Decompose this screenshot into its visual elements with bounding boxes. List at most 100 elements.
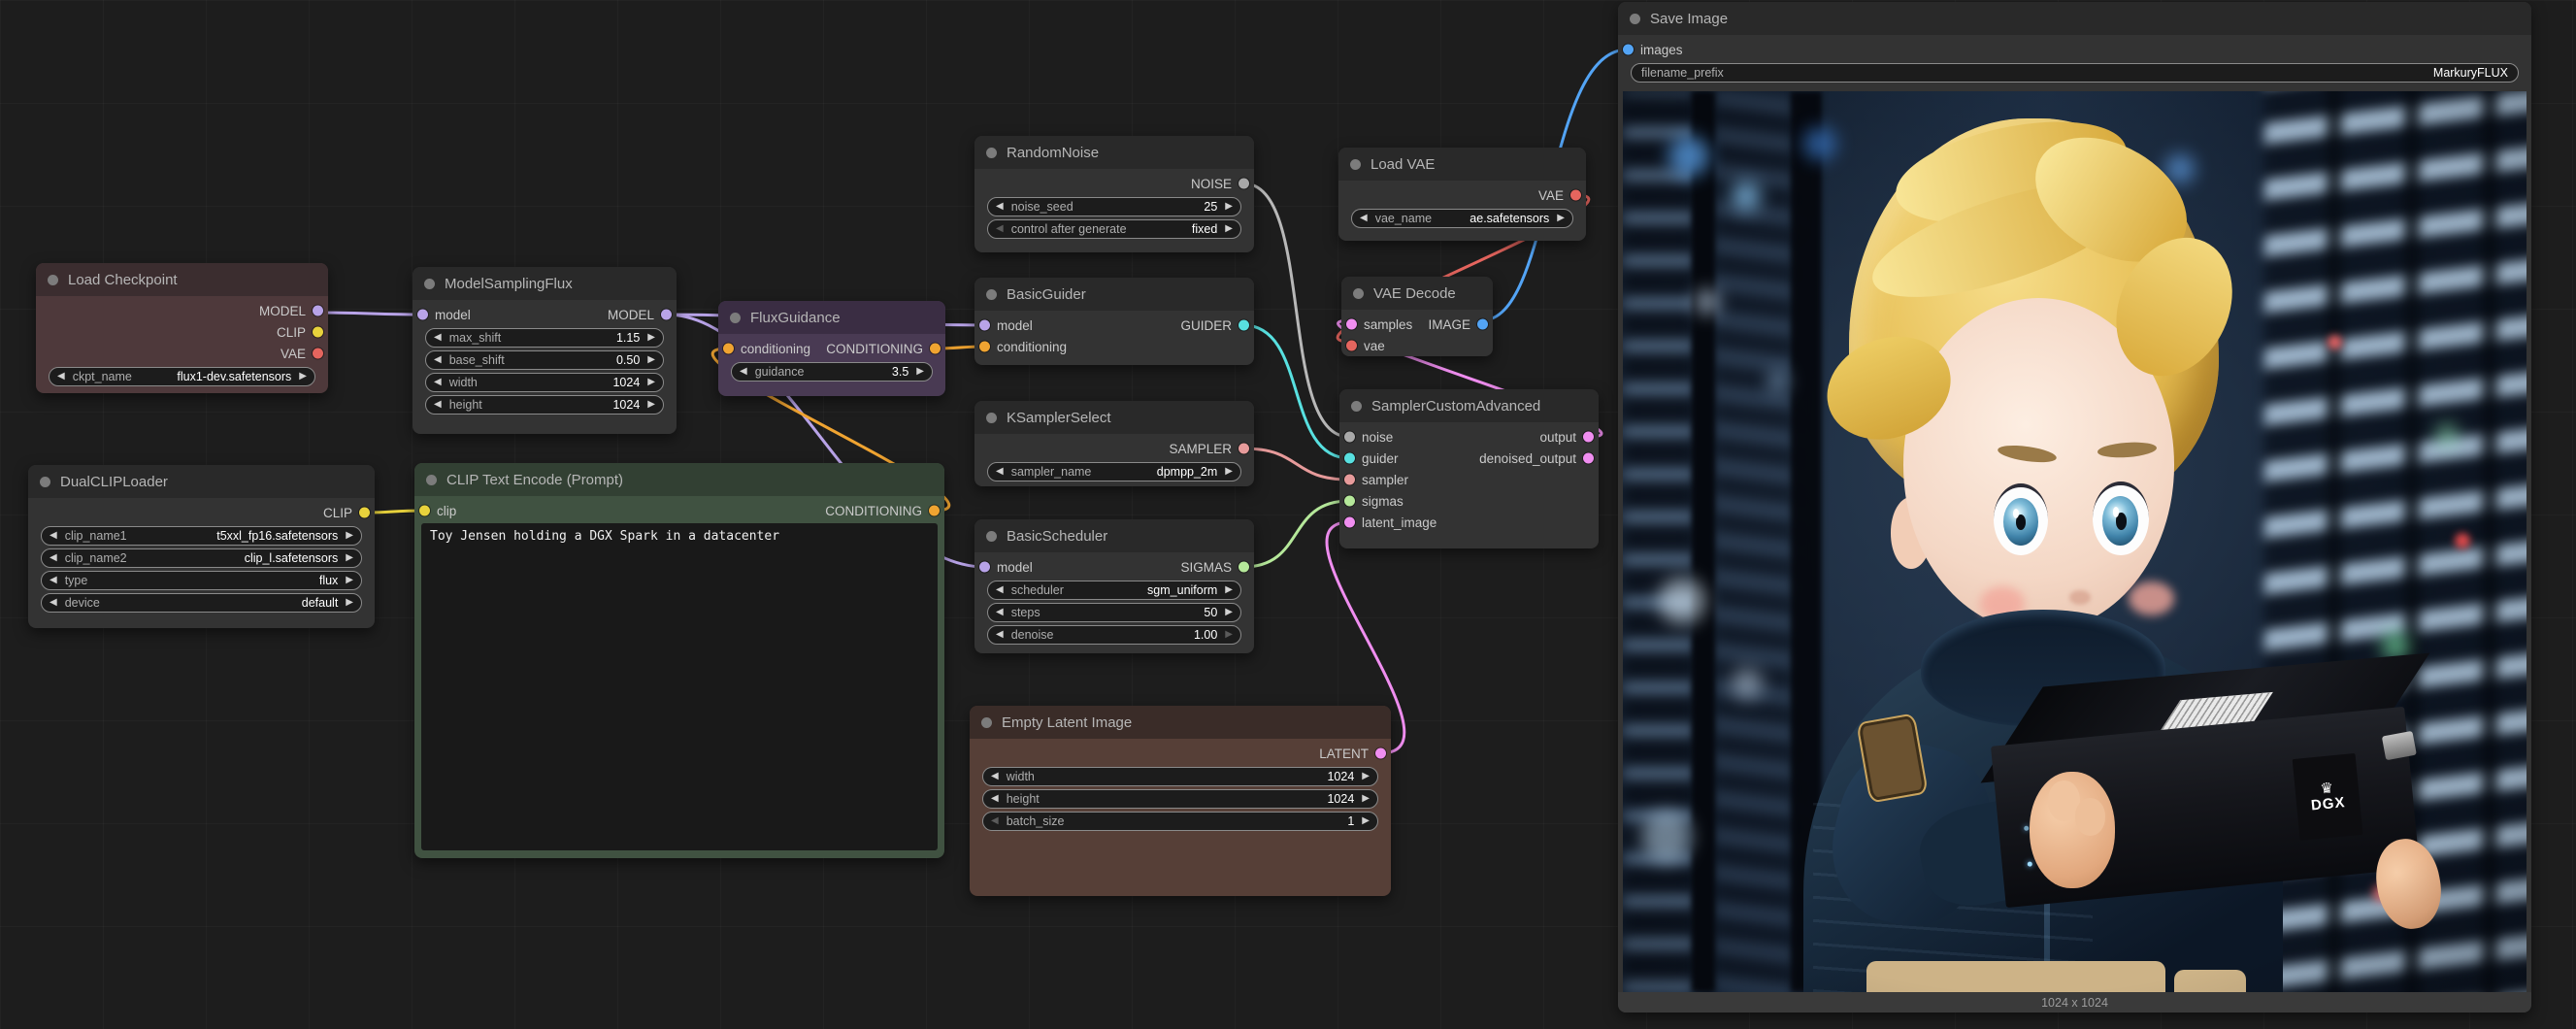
- increment-arrow-icon[interactable]: ▶: [346, 576, 353, 585]
- prompt-textarea[interactable]: Toy Jensen holding a DGX Spark in a data…: [421, 523, 938, 850]
- collapse-dot[interactable]: [986, 413, 997, 423]
- input-port-clip[interactable]: [419, 506, 430, 516]
- collapse-dot[interactable]: [1350, 159, 1361, 170]
- decrement-arrow-icon[interactable]: ◀: [996, 202, 1004, 212]
- output-port-sampler[interactable]: [1238, 444, 1249, 454]
- decrement-arrow-icon[interactable]: ◀: [991, 816, 999, 826]
- increment-arrow-icon[interactable]: ▶: [647, 333, 655, 343]
- increment-arrow-icon[interactable]: ▶: [1362, 816, 1370, 826]
- decrement-arrow-icon[interactable]: ◀: [434, 355, 442, 365]
- node-basic-scheduler[interactable]: BasicScheduler modelSIGMAS ◀schedulersgm…: [974, 519, 1254, 653]
- widget-height[interactable]: ◀height1024▶: [982, 789, 1378, 809]
- output-port-model[interactable]: [313, 306, 323, 316]
- output-port-conditioning[interactable]: [930, 344, 941, 354]
- node-titlebar[interactable]: FluxGuidance: [718, 301, 945, 334]
- widget-base-shift[interactable]: ◀base_shift0.50▶: [425, 350, 664, 370]
- widget-width[interactable]: ◀width1024▶: [982, 767, 1378, 786]
- node-sampler-custom-advanced[interactable]: SamplerCustomAdvanced noiseoutput guider…: [1339, 389, 1599, 548]
- widget-vae-name[interactable]: ◀vae_nameae.safetensors▶: [1351, 209, 1573, 228]
- increment-arrow-icon[interactable]: ▶: [1225, 630, 1233, 640]
- widget-device[interactable]: ◀devicedefault▶: [41, 593, 362, 613]
- input-port-latent-image[interactable]: [1344, 517, 1355, 528]
- output-port-vae[interactable]: [1570, 190, 1581, 201]
- widget-steps[interactable]: ◀steps50▶: [987, 603, 1241, 622]
- output-port-noise[interactable]: [1238, 179, 1249, 189]
- increment-arrow-icon[interactable]: ▶: [647, 355, 655, 365]
- output-port-guider[interactable]: [1238, 320, 1249, 331]
- input-port-model[interactable]: [417, 310, 428, 320]
- decrement-arrow-icon[interactable]: ◀: [996, 224, 1004, 234]
- node-dual-clip-loader[interactable]: DualCLIPLoader CLIP ◀clip_name1t5xxl_fp1…: [28, 465, 375, 628]
- input-port-model[interactable]: [979, 320, 990, 331]
- decrement-arrow-icon[interactable]: ◀: [996, 608, 1004, 617]
- input-port-sigmas[interactable]: [1344, 496, 1355, 507]
- increment-arrow-icon[interactable]: ▶: [647, 378, 655, 387]
- input-port-vae[interactable]: [1346, 341, 1357, 351]
- increment-arrow-icon[interactable]: ▶: [1225, 202, 1233, 212]
- increment-arrow-icon[interactable]: ▶: [346, 598, 353, 608]
- widget-noise-seed[interactable]: ◀noise_seed25▶: [987, 197, 1241, 216]
- collapse-dot[interactable]: [1353, 288, 1364, 299]
- increment-arrow-icon[interactable]: ▶: [346, 531, 353, 541]
- decrement-arrow-icon[interactable]: ◀: [991, 772, 999, 781]
- increment-arrow-icon[interactable]: ▶: [1362, 794, 1370, 804]
- node-titlebar[interactable]: BasicScheduler: [974, 519, 1254, 552]
- increment-arrow-icon[interactable]: ▶: [1557, 214, 1565, 223]
- widget-type[interactable]: ◀typeflux▶: [41, 571, 362, 590]
- decrement-arrow-icon[interactable]: ◀: [1360, 214, 1368, 223]
- collapse-dot[interactable]: [986, 148, 997, 158]
- node-titlebar[interactable]: SamplerCustomAdvanced: [1339, 389, 1599, 422]
- node-titlebar[interactable]: Load VAE: [1338, 148, 1586, 181]
- input-port-sampler[interactable]: [1344, 475, 1355, 485]
- node-titlebar[interactable]: KSamplerSelect: [974, 401, 1254, 434]
- input-port-conditioning[interactable]: [979, 342, 990, 352]
- decrement-arrow-icon[interactable]: ◀: [50, 531, 57, 541]
- output-port-model[interactable]: [661, 310, 672, 320]
- node-save-image[interactable]: Save Image images filename_prefixMarkury…: [1618, 2, 2531, 1012]
- increment-arrow-icon[interactable]: ▶: [916, 367, 924, 377]
- node-flux-guidance[interactable]: FluxGuidance conditioningCONDITIONING ◀g…: [718, 301, 945, 396]
- output-port-vae[interactable]: [313, 349, 323, 359]
- node-vae-decode[interactable]: VAE Decode samplesIMAGE vae: [1341, 277, 1493, 356]
- increment-arrow-icon[interactable]: ▶: [299, 372, 307, 382]
- increment-arrow-icon[interactable]: ▶: [1225, 224, 1233, 234]
- collapse-dot[interactable]: [424, 279, 435, 289]
- collapse-dot[interactable]: [40, 477, 50, 487]
- output-port-sigmas[interactable]: [1238, 562, 1249, 573]
- decrement-arrow-icon[interactable]: ◀: [996, 467, 1004, 477]
- collapse-dot[interactable]: [981, 717, 992, 728]
- node-titlebar[interactable]: Save Image: [1618, 2, 2531, 35]
- widget-filename-prefix[interactable]: filename_prefixMarkuryFLUX: [1631, 63, 2519, 83]
- output-port-conditioning[interactable]: [929, 506, 940, 516]
- node-titlebar[interactable]: ModelSamplingFlux: [413, 267, 677, 300]
- output-port-clip[interactable]: [359, 508, 370, 518]
- increment-arrow-icon[interactable]: ▶: [1225, 467, 1233, 477]
- node-load-checkpoint[interactable]: Load Checkpoint MODEL CLIP VAE ◀ckpt_nam…: [36, 263, 328, 393]
- output-port-latent[interactable]: [1375, 748, 1386, 759]
- output-port-output[interactable]: [1583, 432, 1594, 443]
- widget-clip-name2[interactable]: ◀clip_name2clip_l.safetensors▶: [41, 548, 362, 568]
- node-empty-latent-image[interactable]: Empty Latent Image LATENT ◀width1024▶ ◀h…: [970, 706, 1391, 896]
- output-port-clip[interactable]: [313, 327, 323, 338]
- collapse-dot[interactable]: [986, 531, 997, 542]
- collapse-dot[interactable]: [426, 475, 437, 485]
- widget-clip-name1[interactable]: ◀clip_name1t5xxl_fp16.safetensors▶: [41, 526, 362, 546]
- node-titlebar[interactable]: VAE Decode: [1341, 277, 1493, 310]
- decrement-arrow-icon[interactable]: ◀: [50, 598, 57, 608]
- input-port-images[interactable]: [1623, 45, 1634, 55]
- node-titlebar[interactable]: RandomNoise: [974, 136, 1254, 169]
- widget-batch-size[interactable]: ◀batch_size1▶: [982, 812, 1378, 831]
- node-titlebar[interactable]: DualCLIPLoader: [28, 465, 375, 498]
- node-titlebar[interactable]: Load Checkpoint: [36, 263, 328, 296]
- node-load-vae[interactable]: Load VAE VAE ◀vae_nameae.safetensors▶: [1338, 148, 1586, 241]
- collapse-dot[interactable]: [48, 275, 58, 285]
- node-basic-guider[interactable]: BasicGuider modelGUIDER conditioning: [974, 278, 1254, 365]
- output-port-denoised-output[interactable]: [1583, 453, 1594, 464]
- increment-arrow-icon[interactable]: ▶: [1225, 608, 1233, 617]
- input-port-samples[interactable]: [1346, 319, 1357, 330]
- node-titlebar[interactable]: BasicGuider: [974, 278, 1254, 311]
- decrement-arrow-icon[interactable]: ◀: [50, 576, 57, 585]
- node-ksampler-select[interactable]: KSamplerSelect SAMPLER ◀sampler_namedpmp…: [974, 401, 1254, 486]
- input-port-guider[interactable]: [1344, 453, 1355, 464]
- collapse-dot[interactable]: [1630, 14, 1640, 24]
